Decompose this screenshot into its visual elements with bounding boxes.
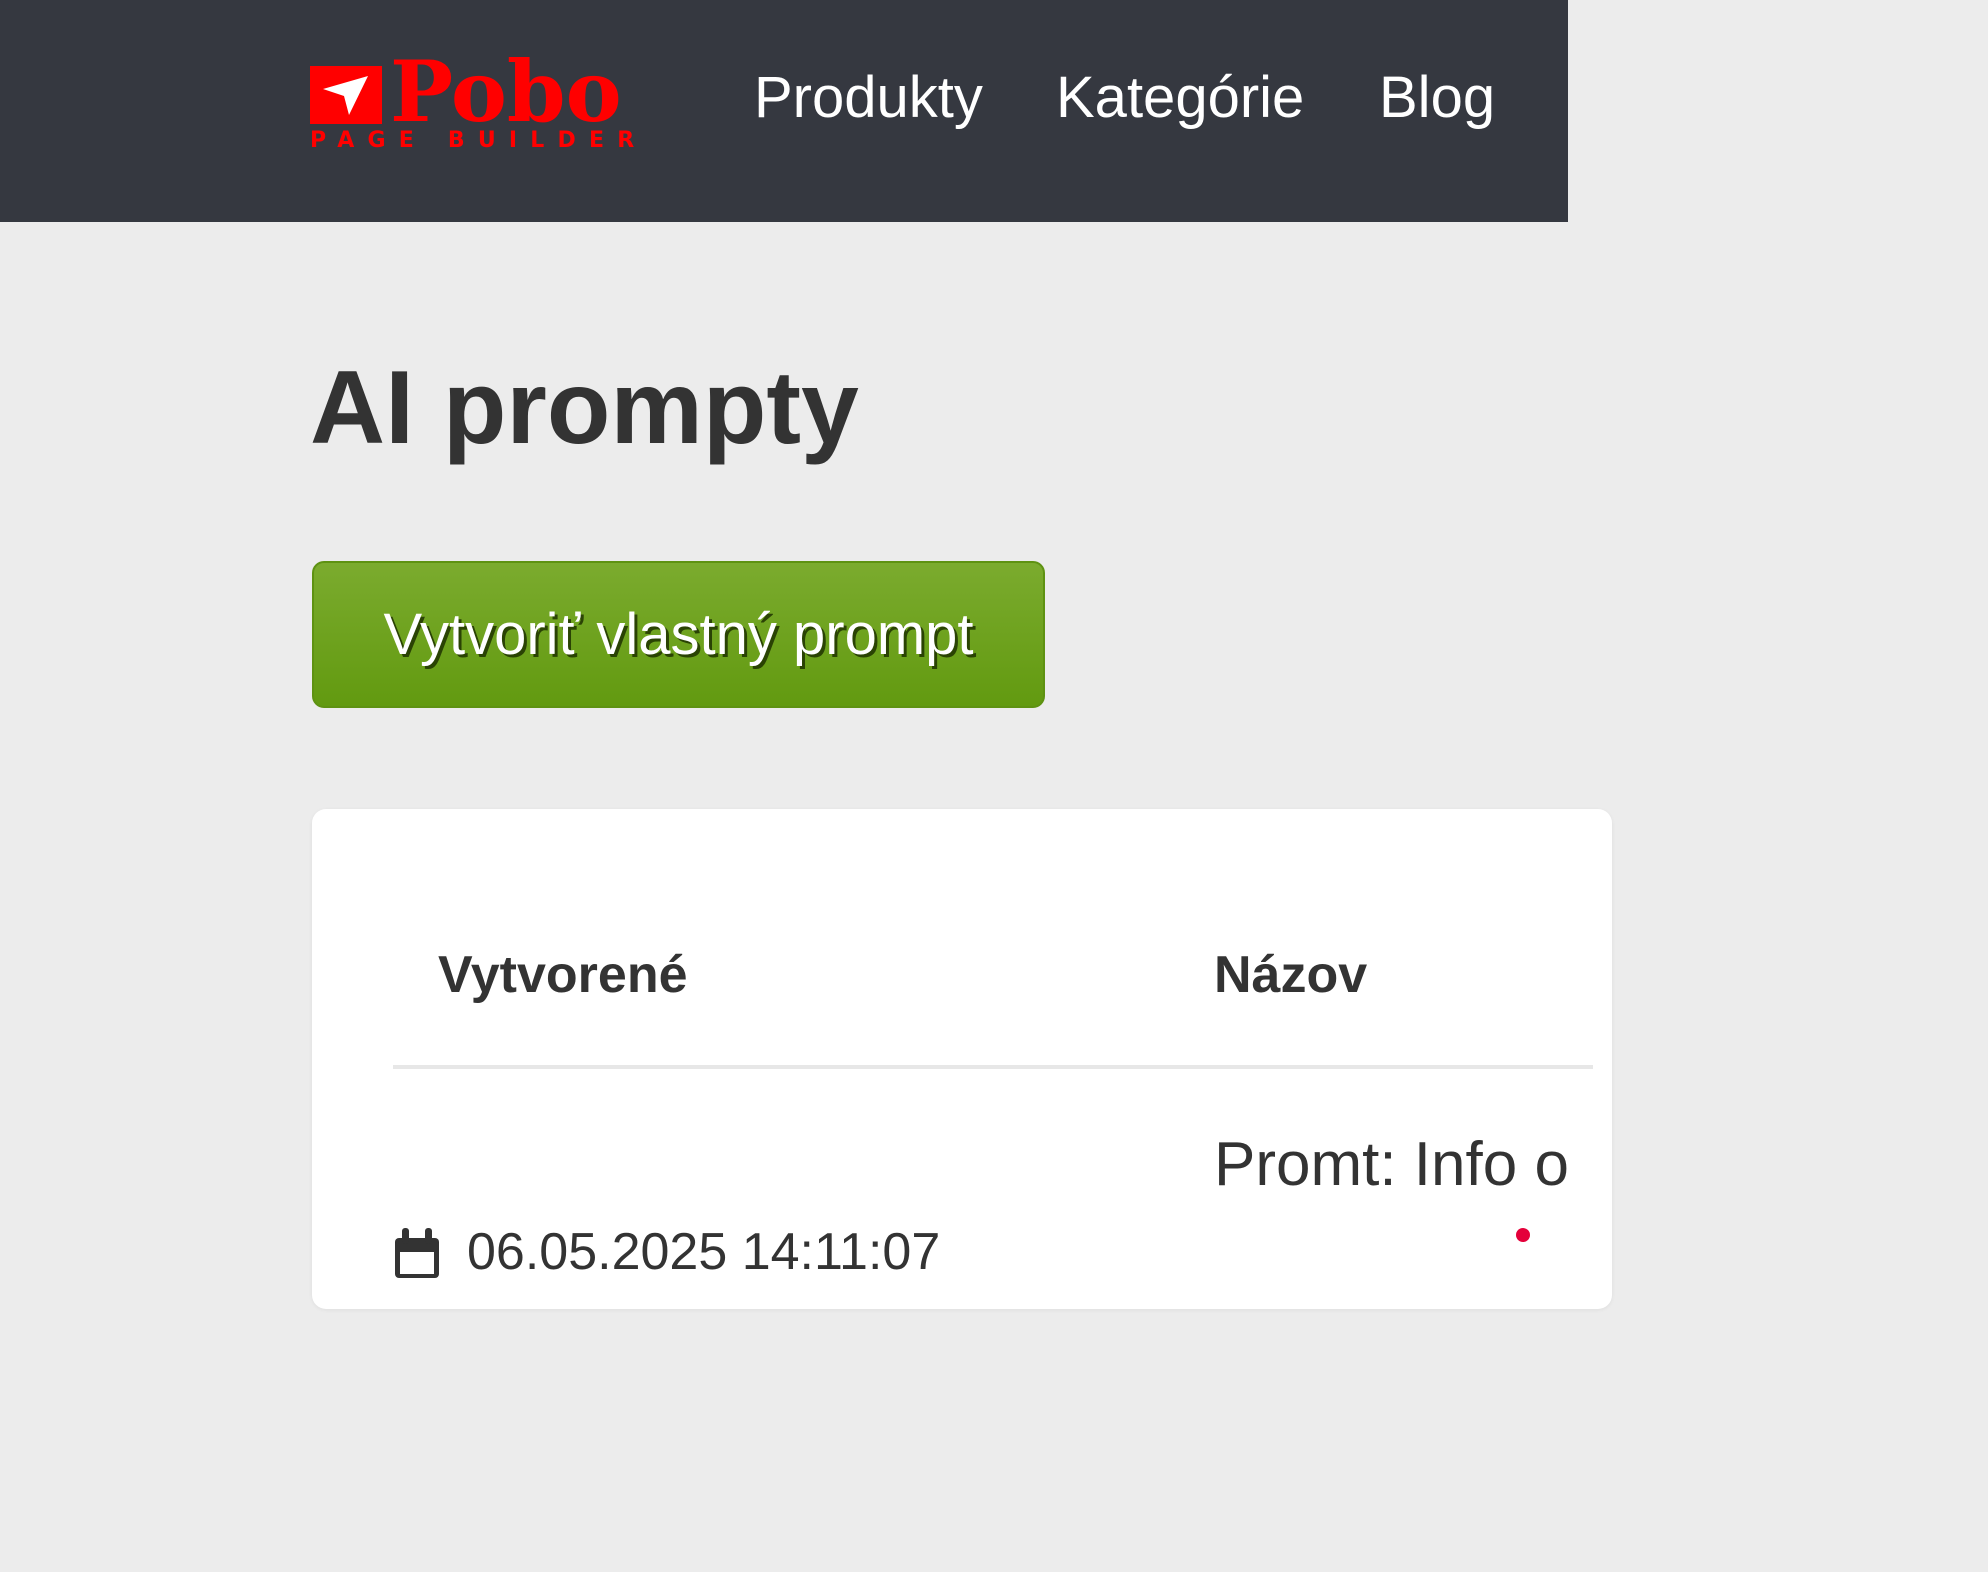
pobo-page-builder-logo[interactable]: Pobo PAGE BUILDER: [310, 50, 634, 158]
prompt-created-cell: 06.05.2025 14:11:07: [393, 1222, 940, 1282]
nav-link-produkty[interactable]: Produkty: [754, 60, 983, 136]
logo-tagline: PAGE BUILDER: [310, 128, 648, 153]
create-custom-prompt-button[interactable]: Vytvoriť vlastný prompt: [312, 561, 1045, 708]
nav-link-blog[interactable]: Blog: [1379, 60, 1495, 136]
nav-link-kategorie[interactable]: Kategórie: [1056, 60, 1304, 136]
column-header-created[interactable]: Vytvorené: [438, 940, 688, 1010]
logo-wordmark: Pobo: [390, 42, 622, 141]
created-datetime: 06.05.2025 14:11:07: [467, 1223, 941, 1281]
calendar-icon: [393, 1228, 441, 1278]
top-navigation-bar: Pobo PAGE BUILDER Produkty Kategórie Blo…: [0, 0, 1568, 222]
table-header-divider: [393, 1065, 1593, 1069]
logo-arrow-icon: [310, 66, 382, 124]
prompt-name-link[interactable]: Promt: Info o: [1214, 1125, 1569, 1205]
row-action-icon[interactable]: [1516, 1228, 1530, 1242]
page-title: AI prompty: [310, 350, 859, 466]
column-header-name[interactable]: Názov: [1214, 940, 1367, 1010]
